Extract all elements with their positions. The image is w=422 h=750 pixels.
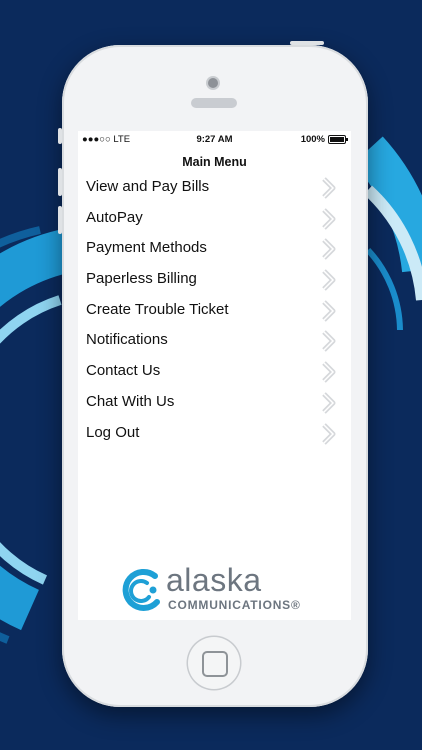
menu-item-view-and-pay-bills[interactable]: View and Pay Bills	[78, 172, 351, 203]
page-title: Main Menu	[182, 155, 247, 169]
logo-wordmark: alaska	[166, 562, 262, 598]
chevron-right-icon	[322, 238, 336, 261]
chevron-right-icon	[322, 177, 336, 199]
battery-icon	[328, 135, 348, 144]
alaska-communications-logo: alaska COMMUNICATIONS®	[117, 562, 317, 620]
main-menu-list: View and Pay Bills AutoPay Payment Metho…	[78, 172, 351, 448]
earpiece-speaker	[191, 98, 237, 108]
app-screen: ●●●○○ LTE 9:27 AM 100% Main Menu View an…	[78, 131, 351, 620]
menu-item-label: View and Pay Bills	[86, 178, 210, 195]
chevron-right-icon	[322, 330, 336, 353]
power-button	[290, 41, 324, 45]
chevron-right-icon	[322, 269, 336, 291]
menu-item-create-trouble-ticket[interactable]: Create Trouble Ticket	[78, 295, 351, 326]
battery-percent: 100%	[300, 134, 325, 145]
menu-item-label: AutoPay	[86, 208, 143, 226]
home-square-icon	[202, 651, 228, 677]
chevron-right-icon	[322, 207, 336, 230]
menu-item-label: Create Trouble Ticket	[86, 300, 229, 318]
menu-item-paperless-billing[interactable]: Paperless Billing	[78, 264, 351, 295]
menu-item-label: Paperless Billing	[86, 270, 197, 288]
status-bar: ●●●○○ LTE 9:27 AM 100%	[78, 131, 351, 147]
volume-down-button	[58, 206, 62, 234]
menu-item-contact-us[interactable]: Contact Us	[78, 356, 351, 387]
menu-item-label: Log Out	[86, 423, 140, 441]
chevron-right-icon	[322, 299, 336, 322]
chevron-right-icon	[322, 361, 336, 383]
volume-up-button	[58, 168, 62, 196]
chevron-right-icon	[322, 422, 336, 445]
menu-item-label: Contact Us	[86, 362, 161, 380]
menu-item-label: Chat With Us	[86, 392, 175, 410]
logo-subtitle: COMMUNICATIONS®	[168, 598, 301, 612]
chevron-right-icon	[322, 392, 336, 414]
front-camera	[208, 78, 218, 88]
home-button[interactable]	[188, 637, 240, 689]
menu-item-payment-methods[interactable]: Payment Methods	[78, 233, 351, 264]
menu-item-label: Notifications	[86, 331, 168, 349]
menu-item-chat-with-us[interactable]: Chat With Us	[78, 387, 351, 418]
menu-item-notifications[interactable]: Notifications	[78, 325, 351, 356]
mute-switch	[58, 128, 62, 144]
menu-item-log-out[interactable]: Log Out	[78, 418, 351, 449]
alaska-swirl-logo	[122, 569, 160, 611]
menu-item-autopay[interactable]: AutoPay	[78, 203, 351, 234]
menu-item-label: Payment Methods	[86, 239, 207, 257]
